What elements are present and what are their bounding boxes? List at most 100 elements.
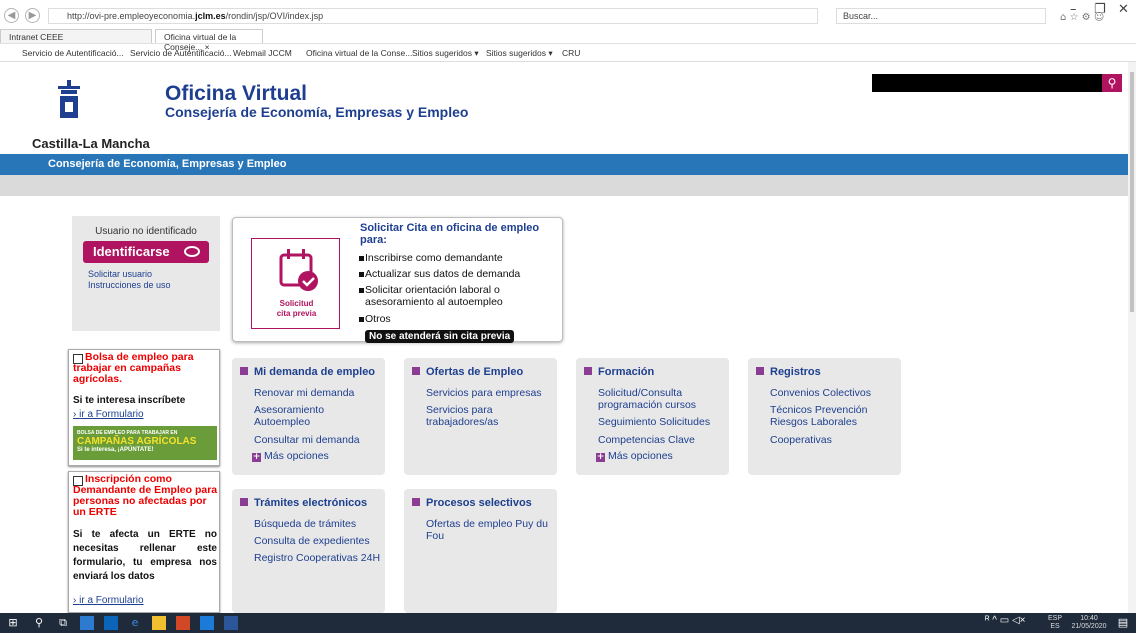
ie-icon[interactable]: e	[128, 616, 142, 630]
card-link[interactable]: Competencias Clave	[598, 434, 726, 446]
tab-intranet[interactable]: Intranet CEEE	[0, 29, 152, 43]
close-icon[interactable]: ✕	[1118, 2, 1129, 17]
card-title: Formación	[584, 366, 654, 378]
url-domain: jclm.es	[195, 11, 226, 21]
card-tramites: Trámites electrónicos Búsqueda de trámit…	[232, 489, 385, 613]
card-ofertas: Ofertas de Empleo Servicios para empresa…	[404, 358, 557, 475]
gray-bar	[0, 175, 1136, 196]
card-title: Ofertas de Empleo	[412, 366, 523, 378]
card-link[interactable]: Seguimiento Solicitudes	[598, 416, 726, 428]
fav-item[interactable]: Webmail JCCM	[233, 48, 292, 58]
card-link[interactable]: Cooperativas	[770, 434, 898, 446]
cita-note: No se atenderá sin cita previa	[365, 330, 515, 343]
url-prefix: http://ovi-pre.empleoyeconomia.	[67, 11, 196, 21]
app-icon[interactable]	[80, 616, 94, 630]
login-button-label: Identificarse	[93, 244, 170, 259]
card-link[interactable]: Consultar mi demanda	[254, 434, 382, 446]
tray-icons[interactable]: ᴿ ^ ▭ ◁×	[985, 616, 1026, 626]
language-indicator[interactable]: ESP ES	[1048, 615, 1062, 631]
word-icon[interactable]	[224, 616, 238, 630]
card-link[interactable]: Servicios para empresas	[426, 387, 554, 399]
card-link[interactable]: Búsqueda de trámites	[254, 518, 382, 530]
request-user-link[interactable]: Solicitar usuario	[88, 269, 152, 279]
app-icon[interactable]	[200, 616, 214, 630]
campanas-banner[interactable]: BOLSA DE EMPLEO PARA TRABAJAR EN CAMPAÑA…	[73, 426, 217, 460]
more-options-link[interactable]: Más opciones	[596, 450, 673, 462]
site-search-input[interactable]	[872, 74, 1106, 92]
calendar-check-icon	[279, 249, 318, 291]
tab-oficina-virtual[interactable]: Oficina virtual de la Conseje... ×	[155, 29, 263, 52]
back-button[interactable]: ◀	[4, 8, 19, 23]
fav-item[interactable]: Sitios sugeridos ▾	[486, 48, 553, 59]
home-icon[interactable]: ⌂ ☆ ⚙ ☺	[1060, 12, 1104, 23]
cita-image-label-2: cita previa	[276, 309, 317, 318]
cita-item: Solicitar orientación laboral o asesoram…	[359, 284, 560, 308]
card-registros: Registros Convenios Colectivos Técnicos …	[748, 358, 901, 475]
form-link[interactable]: › ir a Formulario	[73, 595, 144, 606]
folder-icon[interactable]	[152, 616, 166, 630]
browser-search-input[interactable]: Buscar...	[836, 8, 1046, 24]
clock[interactable]: 10:40 21/05/2020	[1068, 615, 1110, 631]
fav-item[interactable]: Servicio de Autentificació...	[22, 48, 124, 58]
card-title: Trámites electrónicos	[240, 497, 367, 509]
clock-time: 10:40	[1080, 615, 1098, 622]
favorites-bar: Servicio de Autentificació... Servicio d…	[0, 45, 1136, 62]
form-link-label: ir a Formulario	[79, 595, 144, 606]
task-view-icon[interactable]: ⧉	[56, 616, 70, 630]
card-link[interactable]: Técnicos Prevención Riesgos Laborales	[770, 404, 898, 428]
card-link[interactable]: Ofertas de empleo Puy du Fou	[426, 518, 554, 542]
web-page: Castilla-La Mancha Oficina Virtual Conse…	[0, 62, 1136, 613]
search-icon[interactable]: ⚲	[32, 616, 46, 630]
side-box-title: Bolsa de empleo para trabajar en campaña…	[73, 351, 194, 385]
campanas-agricolas-box: Bolsa de empleo para trabajar en campaña…	[68, 349, 220, 466]
cita-title: Solicitar Cita en oficina de empleo para…	[360, 222, 540, 246]
scrollbar-thumb[interactable]	[1130, 72, 1134, 312]
instructions-link[interactable]: Instrucciones de uso	[88, 280, 171, 290]
outlook-icon[interactable]	[104, 616, 118, 630]
powerpoint-icon[interactable]	[176, 616, 190, 630]
address-row: ◀ ▶ http://ovi-pre.empleoyeconomia.jclm.…	[0, 0, 1136, 28]
windows-start-icon[interactable]: ⊞	[6, 616, 20, 630]
cita-previa-image[interactable]: Solicitud cita previa	[251, 238, 340, 329]
browser-search-placeholder: Buscar...	[843, 11, 879, 21]
card-link[interactable]: Asesoramiento Autoempleo	[254, 404, 382, 428]
card-link[interactable]: Solicitud/Consulta programación cursos	[598, 387, 726, 411]
cita-previa-box[interactable]: Solicitud cita previa Solicitar Cita en o…	[232, 217, 563, 343]
forward-button[interactable]: ▶	[25, 8, 40, 23]
card-title: Mi demanda de empleo	[240, 366, 375, 378]
fav-item[interactable]: CRU	[562, 48, 580, 58]
user-box: Usuario no identificado Identificarse So…	[72, 216, 220, 331]
form-link[interactable]: › ir a Formulario	[73, 409, 144, 420]
card-procesos: Procesos selectivos Ofertas de empleo Pu…	[404, 489, 557, 613]
notification-icon[interactable]: ▤	[1116, 616, 1130, 630]
card-formacion: Formación Solicitud/Consulta programació…	[576, 358, 729, 475]
cita-item: Inscribirse como demandante	[359, 252, 560, 264]
taskbar: ⊞ ⚲ ⧉ e ᴿ ^ ▭ ◁× ESP ES 10:40 21/05/2020 ▤	[0, 613, 1136, 633]
address-bar[interactable]: http://ovi-pre.empleoyeconomia.jclm.es/r…	[48, 8, 818, 24]
fav-item[interactable]: Oficina virtual de la Conse...	[306, 48, 412, 58]
browser-chrome: ◀ ▶ http://ovi-pre.empleoyeconomia.jclm.…	[0, 0, 1136, 62]
card-title: Procesos selectivos	[412, 497, 532, 509]
page-scrollbar[interactable]	[1128, 62, 1136, 613]
cita-image-label: Solicitud cita previa	[252, 299, 341, 319]
online-logo: on	[1076, 150, 1136, 202]
banner-main: CAMPAÑAS AGRÍCOLAS	[77, 436, 197, 447]
page-title: Oficina Virtual	[165, 82, 307, 105]
side-box-title: Inscripción como Demandante de Empleo pa…	[73, 473, 218, 518]
card-link[interactable]: Convenios Colectivos	[770, 387, 898, 399]
card-mi-demanda: Mi demanda de empleo Renovar mi demanda …	[232, 358, 385, 475]
fav-item[interactable]: Servicio de Autentificació...	[130, 48, 232, 58]
online-logo-on: on	[1076, 148, 1111, 179]
card-link[interactable]: Servicios para trabajadores/as	[426, 404, 554, 428]
login-button[interactable]: Identificarse	[83, 241, 209, 263]
tab-label: Intranet CEEE	[9, 32, 64, 42]
card-link[interactable]: Registro Cooperativas 24H	[254, 552, 382, 564]
card-link[interactable]: Renovar mi demanda	[254, 387, 382, 399]
form-link-label: ir a Formulario	[79, 409, 144, 420]
page-subtitle: Consejería de Economía, Empresas y Emple…	[165, 104, 469, 120]
side-box-text: Si te interesa inscríbete	[73, 395, 186, 406]
card-link[interactable]: Consulta de expedientes	[254, 535, 382, 547]
more-options-link[interactable]: Más opciones	[252, 450, 329, 462]
fav-item[interactable]: Sitios sugeridos ▾	[412, 48, 479, 59]
search-icon[interactable]: ⚲	[1102, 74, 1122, 92]
